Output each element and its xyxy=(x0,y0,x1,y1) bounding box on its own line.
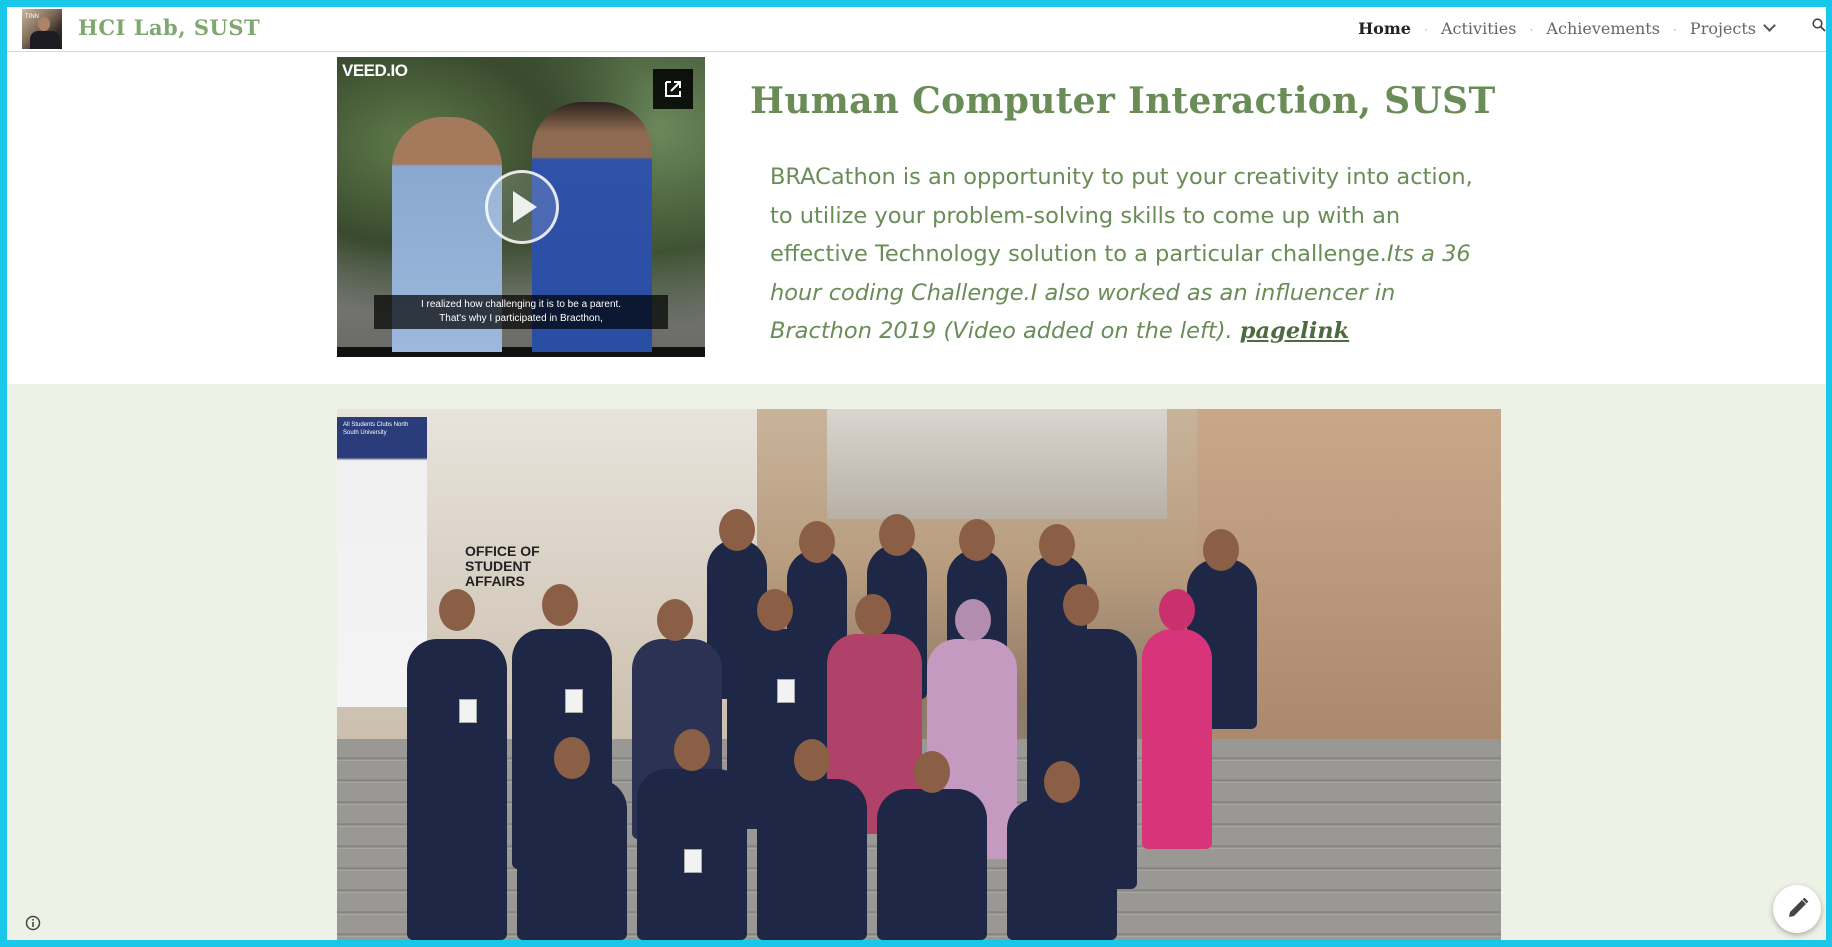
info-icon[interactable] xyxy=(25,915,41,931)
photo-badge xyxy=(459,699,477,723)
photo-person-head xyxy=(1203,529,1239,571)
photo-person-head xyxy=(1159,589,1195,631)
photo-badge xyxy=(565,689,583,713)
pagelink-link[interactable]: pagelink xyxy=(1240,318,1349,344)
nav-item-achievements[interactable]: Achievements xyxy=(1546,19,1660,38)
photo-person-head xyxy=(757,589,793,631)
pencil-icon xyxy=(1789,897,1809,917)
photo-person xyxy=(1007,799,1117,940)
photo-person xyxy=(517,779,627,940)
photo-person xyxy=(877,789,987,940)
open-in-new-button[interactable] xyxy=(653,69,693,109)
intro-text: BRACathon is an opportunity to put your … xyxy=(770,164,1473,267)
photo-person xyxy=(407,639,507,940)
video-watermark: VEED.IO xyxy=(342,61,408,80)
caption-line: I realized how challenging it is to be a… xyxy=(420,299,622,310)
photo-person-head xyxy=(719,509,755,551)
nav-separator: · xyxy=(1529,21,1534,36)
page-heading: Human Computer Interaction, SUST xyxy=(750,80,1496,122)
photo-person-head xyxy=(955,599,991,641)
logo-suit xyxy=(30,31,60,49)
chevron-down-icon[interactable] xyxy=(1763,19,1776,32)
nav-item-home[interactable]: Home xyxy=(1358,19,1411,38)
logo-text: TINN xyxy=(25,14,39,20)
open-in-new-icon xyxy=(665,81,681,97)
logo-face xyxy=(38,17,50,31)
photo-person-head xyxy=(959,519,995,561)
photo-person-head xyxy=(674,729,710,771)
nav-separator: · xyxy=(1672,21,1677,36)
group-photo: All Students Clubs North South Universit… xyxy=(337,409,1501,940)
photo-crowd xyxy=(407,489,1307,940)
photo-person-head xyxy=(1039,524,1075,566)
photo-person xyxy=(757,779,867,940)
play-icon[interactable] xyxy=(485,170,559,244)
photo-person-head xyxy=(855,594,891,636)
photo-person-head xyxy=(1063,584,1099,626)
photo-person-head xyxy=(1044,761,1080,803)
edit-button[interactable] xyxy=(1773,885,1821,933)
embedded-video[interactable]: VEED.IO I realized how challenging it is… xyxy=(337,57,705,357)
top-navigation: Home · Activities · Achievements · Proje… xyxy=(1358,19,1776,38)
photo-badge xyxy=(777,679,795,703)
intro-separator: . xyxy=(1225,318,1240,344)
intro-paragraph: BRACathon is an opportunity to put your … xyxy=(770,158,1490,351)
video-caption: I realized how challenging it is to be a… xyxy=(374,295,668,329)
photo-person-head xyxy=(879,514,915,556)
photo-person-head xyxy=(794,739,830,781)
page-frame: TINN HCI Lab, SUST Home · Activities · A… xyxy=(7,7,1826,940)
site-header: TINN HCI Lab, SUST Home · Activities · A… xyxy=(7,7,1826,52)
photo-person-head xyxy=(439,589,475,631)
site-logo[interactable]: TINN xyxy=(22,9,62,49)
nav-item-projects[interactable]: Projects xyxy=(1690,19,1756,38)
nav-separator: · xyxy=(1423,21,1428,36)
photo-person-head xyxy=(542,584,578,626)
photo-person-head xyxy=(799,521,835,563)
nav-item-activities[interactable]: Activities xyxy=(1441,19,1516,38)
photo-person-head xyxy=(657,599,693,641)
caption-line: That's why I participated in Bracthon, xyxy=(439,313,603,324)
search-icon[interactable] xyxy=(1812,18,1826,32)
photo-banner-text: All Students Clubs North South Universit… xyxy=(343,422,409,436)
site-title[interactable]: HCI Lab, SUST xyxy=(78,15,260,40)
photo-person-head xyxy=(554,737,590,779)
photo-person-head xyxy=(914,751,950,793)
photo-person xyxy=(1142,629,1212,849)
photo-badge xyxy=(684,849,702,873)
